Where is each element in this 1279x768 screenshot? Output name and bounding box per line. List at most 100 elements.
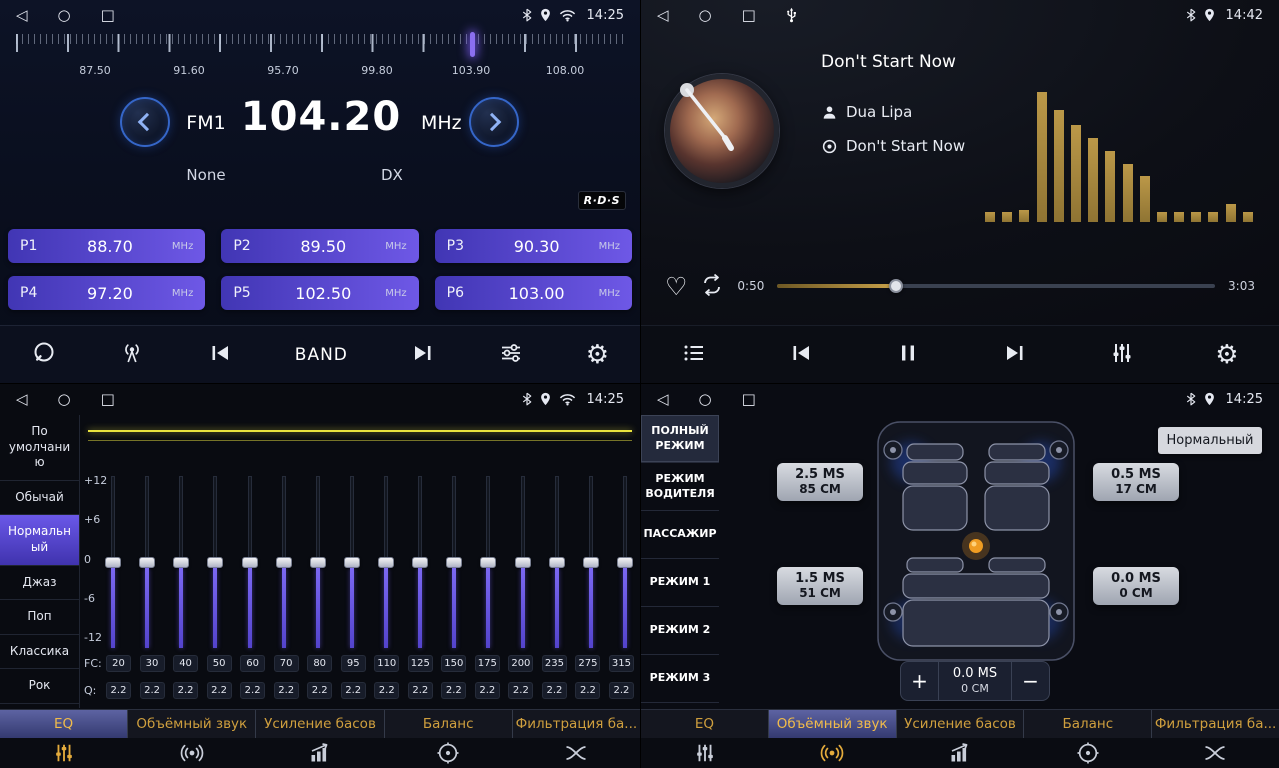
tune-down-button[interactable] [120, 97, 170, 147]
slider-handle[interactable] [515, 557, 531, 568]
slider-handle[interactable] [378, 557, 394, 568]
eq-preset-item[interactable]: Обычай [0, 481, 79, 516]
slider-handle[interactable] [276, 557, 292, 568]
eq-band-slider[interactable] [206, 476, 224, 648]
tab-filter[interactable]: Фильтрация ба... [1152, 710, 1279, 738]
eq-preset-item[interactable]: По умолчанию [0, 415, 79, 481]
tab-surround-sound[interactable]: Объёмный звук [769, 710, 897, 738]
eq-band-slider[interactable] [582, 476, 600, 648]
slider-handle[interactable] [412, 557, 428, 568]
slider-handle[interactable] [105, 557, 121, 568]
tab-bass-boost[interactable]: Усиление басов [897, 710, 1025, 738]
nav-recents-button[interactable]: □ [101, 8, 115, 23]
filter-icon[interactable] [512, 738, 640, 768]
slider-handle[interactable] [173, 557, 189, 568]
nav-back-button[interactable]: ◁ [16, 392, 28, 407]
eq-icon[interactable] [0, 738, 128, 768]
eq-band-slider[interactable] [343, 476, 361, 648]
nav-home-button[interactable]: ○ [699, 8, 712, 23]
previous-station-button[interactable] [207, 340, 233, 370]
delay-rear-right[interactable]: 0.0 MS 0 СМ [1093, 567, 1179, 605]
tab-balance[interactable]: Баланс [385, 710, 513, 738]
mode-item[interactable]: РЕЖИМ ВОДИТЕЛЯ [641, 463, 719, 511]
nav-back-button[interactable]: ◁ [657, 8, 669, 23]
preset-button-p2[interactable]: P289.50MHz [221, 229, 418, 263]
eq-preset-item[interactable]: Поп [0, 600, 79, 635]
mode-item[interactable]: РЕЖИМ 2 [641, 607, 719, 655]
mode-item[interactable]: ПОЛНЫЙ РЕЖИМ [641, 415, 719, 463]
slider-handle[interactable] [139, 557, 155, 568]
audio-settings-button[interactable] [498, 340, 524, 370]
slider-handle[interactable] [310, 557, 326, 568]
eq-preset-item[interactable]: Классика [0, 635, 79, 670]
preset-button-p5[interactable]: P5102.50MHz [221, 276, 418, 310]
delay-decrease-button[interactable]: − [1011, 662, 1049, 700]
tab-surround-sound[interactable]: Объёмный звук [128, 710, 256, 738]
eq-band-slider[interactable] [616, 476, 634, 648]
eq-preset-item[interactable]: Рок [0, 669, 79, 704]
eq-band-slider[interactable] [241, 476, 259, 648]
nav-back-button[interactable]: ◁ [16, 8, 28, 23]
field-preset-button[interactable]: Нормальный [1158, 427, 1262, 454]
scan-button[interactable] [31, 340, 57, 370]
delay-increase-button[interactable]: + [901, 662, 939, 700]
nav-recents-button[interactable]: □ [101, 392, 115, 407]
audio-settings-button[interactable] [1109, 340, 1135, 370]
preset-button-p1[interactable]: P188.70MHz [8, 229, 205, 263]
preset-button-p3[interactable]: P390.30MHz [435, 229, 632, 263]
preset-button-p4[interactable]: P497.20MHz [8, 276, 205, 310]
eq-band-slider[interactable] [548, 476, 566, 648]
eq-preset-item[interactable]: Нормальный [0, 515, 79, 565]
nav-home-button[interactable]: ○ [58, 392, 71, 407]
delay-rear-left[interactable]: 1.5 MS 51 СМ [777, 567, 863, 605]
slider-handle[interactable] [617, 557, 633, 568]
bass-boost-icon[interactable] [896, 738, 1024, 768]
mode-item[interactable]: ПАССАЖИР [641, 511, 719, 559]
eq-band-slider[interactable] [377, 476, 395, 648]
slider-handle[interactable] [480, 557, 496, 568]
tab-bass-boost[interactable]: Усиление басов [256, 710, 384, 738]
slider-handle[interactable] [583, 557, 599, 568]
eq-band-slider[interactable] [479, 476, 497, 648]
previous-track-button[interactable] [788, 340, 814, 370]
nav-recents-button[interactable]: □ [742, 8, 756, 23]
mode-item[interactable]: РЕЖИМ 3 [641, 655, 719, 703]
preset-button-p6[interactable]: P6103.00MHz [435, 276, 632, 310]
eq-band-slider[interactable] [138, 476, 156, 648]
eq-band-slider[interactable] [445, 476, 463, 648]
surround-icon[interactable] [769, 738, 897, 768]
nav-back-button[interactable]: ◁ [657, 392, 669, 407]
slider-handle[interactable] [446, 557, 462, 568]
settings-button[interactable]: ⚙ [1215, 342, 1238, 368]
pause-button[interactable] [895, 340, 921, 370]
slider-handle[interactable] [242, 557, 258, 568]
nav-home-button[interactable]: ○ [699, 392, 712, 407]
car-seats-illustration[interactable] [873, 416, 1079, 666]
playlist-button[interactable] [681, 340, 707, 370]
tab-balance[interactable]: Баланс [1024, 710, 1152, 738]
band-button[interactable]: BAND [295, 345, 348, 365]
frequency-ruler[interactable] [16, 34, 624, 60]
eq-band-slider[interactable] [104, 476, 122, 648]
nav-recents-button[interactable]: □ [742, 392, 756, 407]
broadcast-button[interactable] [119, 340, 145, 370]
eq-icon[interactable] [641, 738, 769, 768]
eq-band-slider[interactable] [514, 476, 532, 648]
filter-icon[interactable] [1151, 738, 1279, 768]
progress-thumb[interactable] [889, 279, 903, 293]
eq-band-slider[interactable] [172, 476, 190, 648]
tab-eq[interactable]: EQ [641, 710, 769, 738]
eq-band-slider[interactable] [275, 476, 293, 648]
tab-filter[interactable]: Фильтрация ба... [513, 710, 640, 738]
eq-band-slider[interactable] [411, 476, 429, 648]
tab-eq[interactable]: EQ [0, 710, 128, 738]
repeat-button[interactable] [700, 273, 724, 300]
next-station-button[interactable] [410, 340, 436, 370]
eq-band-slider[interactable] [309, 476, 327, 648]
favorite-button[interactable]: ♡ [665, 274, 687, 299]
delay-front-left[interactable]: 2.5 MS 85 СМ [777, 463, 863, 501]
seek-bar[interactable] [777, 279, 1215, 293]
slider-handle[interactable] [344, 557, 360, 568]
next-track-button[interactable] [1002, 340, 1028, 370]
delay-front-right[interactable]: 0.5 MS 17 СМ [1093, 463, 1179, 501]
